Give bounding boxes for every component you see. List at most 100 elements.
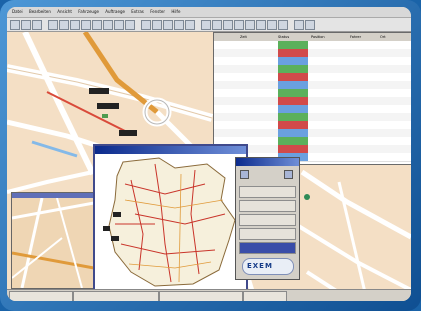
toolbar-button[interactable] [70,20,80,30]
menu-item[interactable]: Ansicht [57,9,72,14]
column-header[interactable]: Position [311,33,347,41]
vehicle-marker [97,103,119,109]
toolbar-button[interactable] [125,20,135,30]
table-cell [240,113,274,121]
table-cell [350,153,378,161]
toolbar-button[interactable] [256,20,266,30]
gps-icon[interactable] [284,170,293,179]
vehicle-control-panel: EXEM [235,157,300,280]
table-header: Zeit Status Position Fahrer Ort [214,33,411,41]
table-cell [278,57,308,65]
table-cell [216,57,238,65]
table-cell [350,121,378,129]
table-cell [350,89,378,97]
toolbar-button[interactable] [10,20,20,30]
column-header[interactable]: Ort [380,33,410,41]
table-cell [380,153,410,161]
panel-titlebar[interactable] [236,158,299,166]
toolbar-button[interactable] [245,20,255,30]
location-pin [304,194,310,200]
toolbar-button[interactable] [103,20,113,30]
table-cell [278,41,308,49]
table-cell [380,145,410,153]
overview-map-window[interactable] [93,144,248,293]
toolbar-button[interactable] [267,20,277,30]
table-cell [380,113,410,121]
table-cell [216,41,238,49]
column-header[interactable]: Fahrer [350,33,378,41]
table-cell [216,105,238,113]
table-cell [380,137,410,145]
menu-item[interactable]: Fahrzeuge [78,9,99,14]
table-cell [216,89,238,97]
table-cell [380,121,410,129]
menu-item[interactable]: Hilfe [171,9,180,14]
column-header[interactable]: Zeit [240,33,274,41]
panel-active-field[interactable] [239,242,296,254]
toolbar-button[interactable] [234,20,244,30]
table-cell [380,65,410,73]
toolbar [7,18,411,32]
redo-icon[interactable] [305,20,315,30]
menu-item[interactable]: Extras [131,9,144,14]
vehicle-marker [103,226,110,231]
toolbar-button[interactable] [48,20,58,30]
toolbar-button[interactable] [163,20,173,30]
table-cell [278,113,308,121]
menu-item[interactable]: Auftraege [105,9,125,14]
undo-icon[interactable] [294,20,304,30]
status-bar [7,289,411,301]
panel-button[interactable] [239,214,296,226]
table-cell [311,97,347,105]
column-header[interactable]: Status [278,33,308,41]
status-segment [243,291,287,301]
table-cell [380,81,410,89]
table-cell [380,97,410,105]
table-cell [380,105,410,113]
table-cell [216,97,238,105]
table-cell [278,137,308,145]
app-screen: Datei Bearbeiten Ansicht Fahrzeuge Auftr… [7,7,411,301]
toolbar-button[interactable] [201,20,211,30]
table-cell [311,73,347,81]
table-cell [240,105,274,113]
detail-map-window[interactable] [11,192,95,289]
toolbar-button[interactable] [81,20,91,30]
toolbar-button[interactable] [21,20,31,30]
menu-bar: Datei Bearbeiten Ansicht Fahrzeuge Auftr… [7,7,411,18]
table-cell [216,121,238,129]
table-cell [240,49,274,57]
menu-item[interactable]: Bearbeiten [29,9,51,14]
toolbar-button[interactable] [174,20,184,30]
panel-field[interactable] [239,186,296,198]
panel-button[interactable] [239,200,296,212]
column-header[interactable] [216,33,238,41]
table-cell [278,105,308,113]
toolbar-button[interactable] [141,20,151,30]
toolbar-button[interactable] [212,20,222,30]
toolbar-button[interactable] [59,20,69,30]
table-cell [311,57,347,65]
status-segment [9,291,73,301]
toolbar-button[interactable] [185,20,195,30]
menu-item[interactable]: Datei [12,9,23,14]
toolbar-button[interactable] [32,20,42,30]
toolbar-button[interactable] [152,20,162,30]
table-cell [311,121,347,129]
table-cell [350,105,378,113]
table-cell [380,89,410,97]
direction-icon[interactable] [240,170,249,179]
toolbar-button[interactable] [278,20,288,30]
table-cell [350,65,378,73]
toolbar-button[interactable] [114,20,124,30]
vehicle-marker [113,212,121,217]
table-cell [311,65,347,73]
panel-button[interactable] [239,228,296,240]
menu-item[interactable]: Fenster [150,9,165,14]
table-cell [311,49,347,57]
toolbar-button[interactable] [223,20,233,30]
toolbar-button[interactable] [92,20,102,30]
overview-map-titlebar[interactable] [95,146,246,154]
table-cell [216,73,238,81]
table-cell [350,81,378,89]
